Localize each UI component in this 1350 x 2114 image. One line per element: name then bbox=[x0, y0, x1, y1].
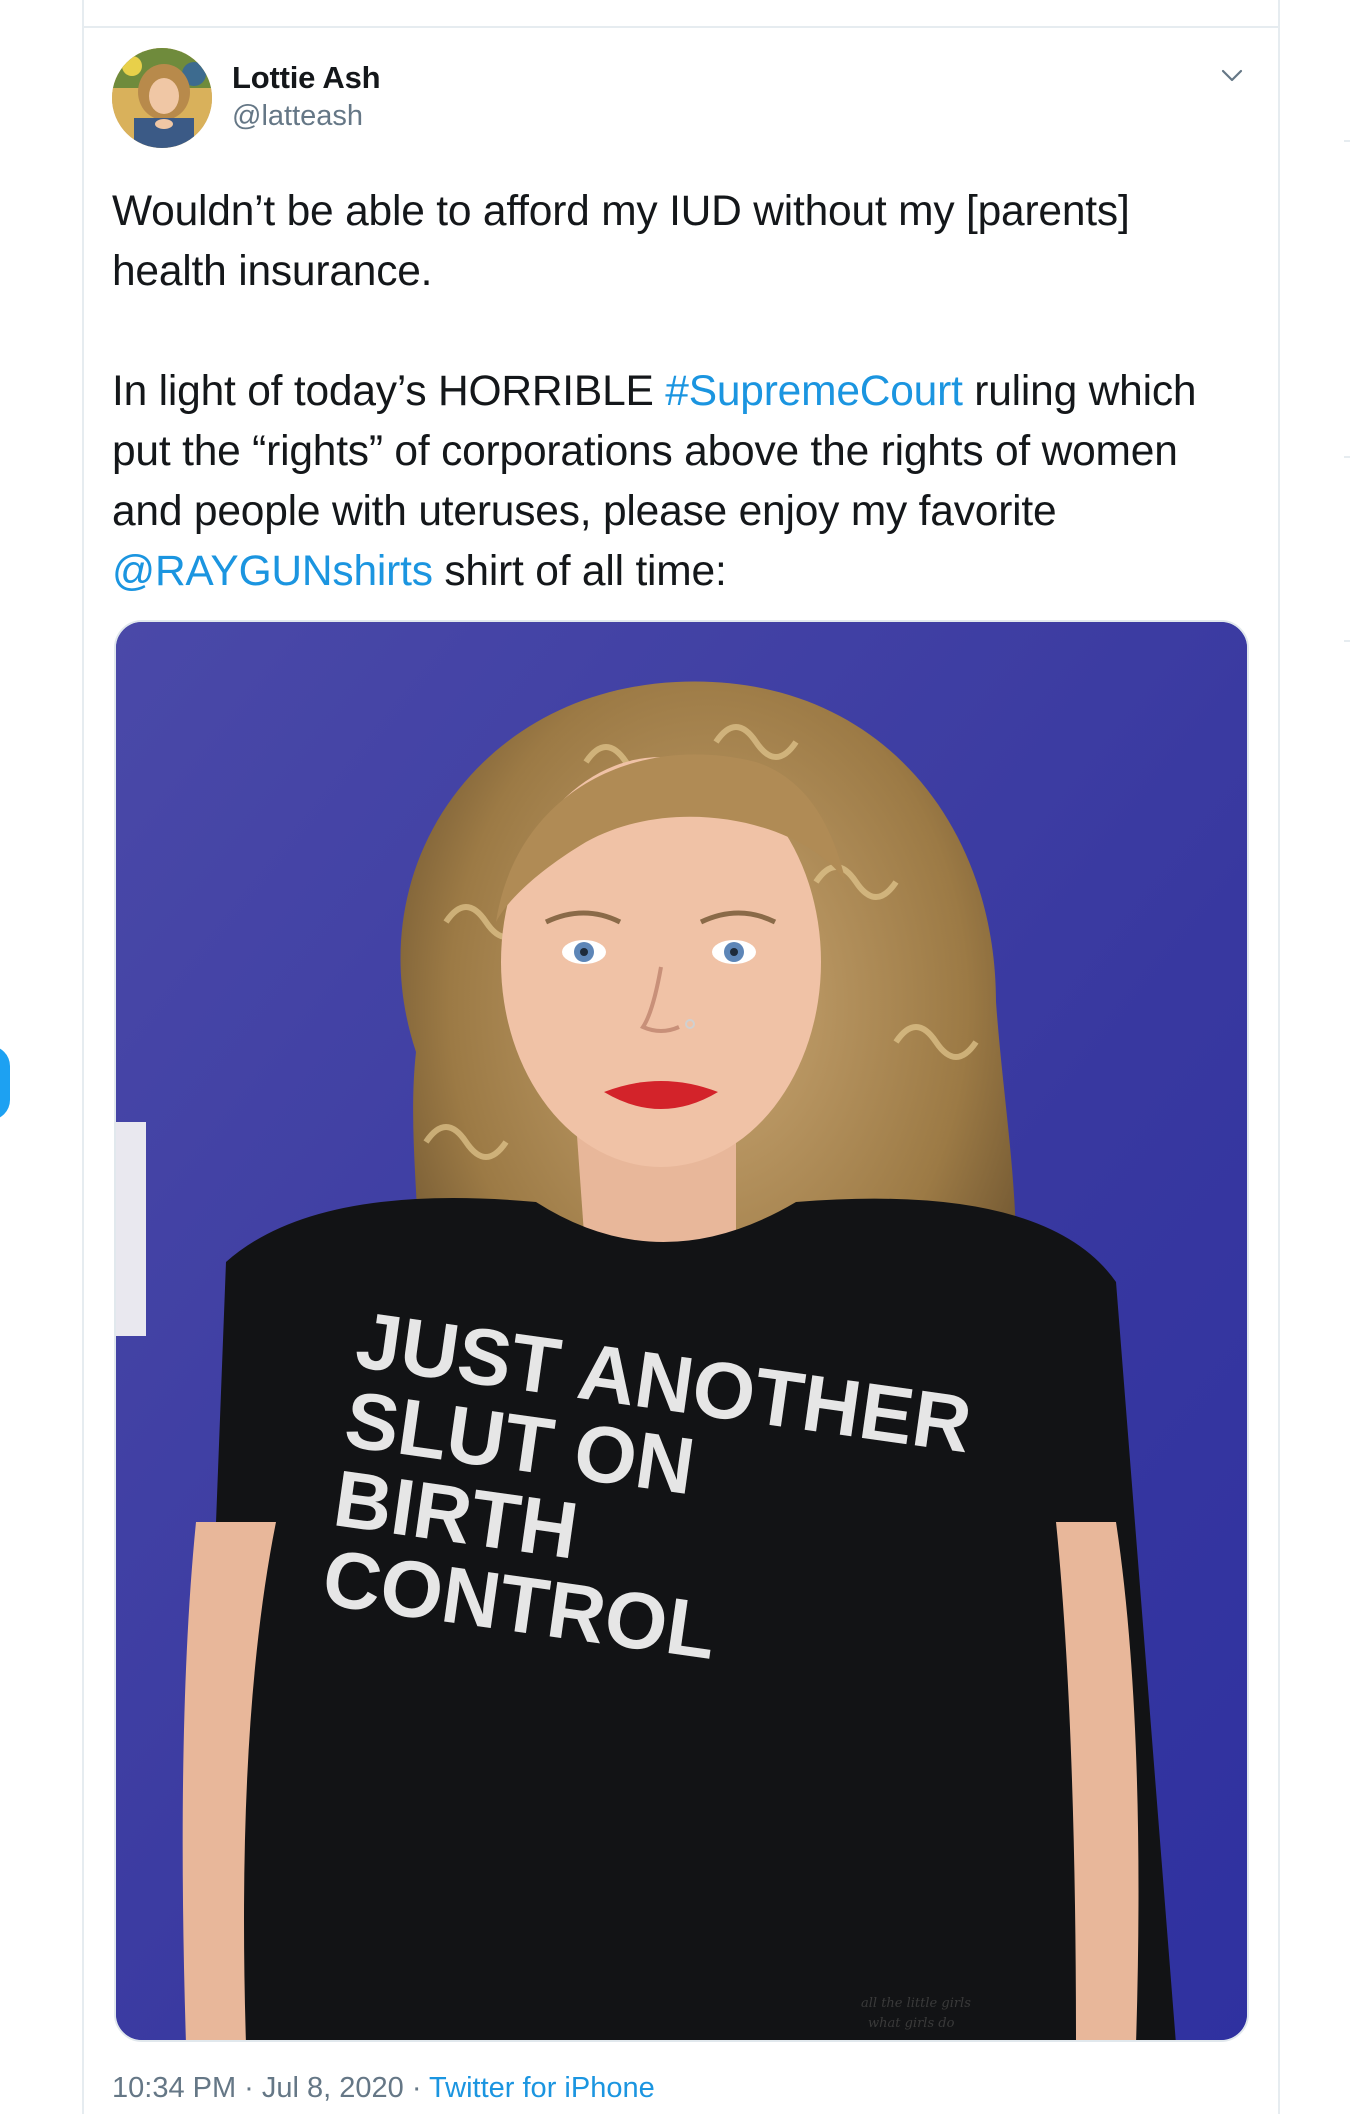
tweet-text-span: shirt of all time: bbox=[432, 548, 727, 595]
divider bbox=[82, 26, 1280, 28]
tweet-paragraph: Wouldn’t be able to afford my IUD withou… bbox=[112, 188, 1130, 295]
chevron-down-icon bbox=[1221, 69, 1243, 82]
tattoo-text: what girls do bbox=[868, 2016, 955, 2031]
divider bbox=[1344, 456, 1350, 458]
source-link[interactable]: Twitter for iPhone bbox=[429, 2072, 655, 2104]
tweet-text-span: In light of today’s HORRIBLE bbox=[112, 368, 666, 415]
avatar[interactable] bbox=[112, 48, 212, 148]
separator: · bbox=[403, 2072, 430, 2104]
tweet-metadata: 10:34 PM · Jul 8, 2020 · Twitter for iPh… bbox=[112, 2072, 655, 2105]
tweet-paragraph: In light of today’s HORRIBLE #SupremeCou… bbox=[112, 362, 1252, 602]
mention-link[interactable]: @RAYGUNshirts bbox=[112, 548, 433, 595]
timestamp-link[interactable]: 10:34 PM · Jul 8, 2020 bbox=[112, 2072, 404, 2104]
avatar-image bbox=[112, 48, 212, 148]
tweet-photo[interactable]: JUST ANOTHER SLUT ON BIRTH CONTROL all t… bbox=[114, 620, 1249, 2042]
hashtag-link[interactable]: #SupremeCourt bbox=[665, 368, 963, 415]
tattoo-text: all the little girls bbox=[861, 1996, 971, 2011]
tweet-text: Wouldn’t be able to afford my IUD withou… bbox=[112, 182, 1252, 602]
divider bbox=[1344, 640, 1350, 642]
more-options-button[interactable] bbox=[1212, 56, 1252, 96]
divider bbox=[1344, 140, 1350, 142]
author-name[interactable]: Lottie Ash bbox=[232, 60, 381, 96]
author-handle[interactable]: @latteash bbox=[232, 100, 363, 133]
photo-illustration: JUST ANOTHER SLUT ON BIRTH CONTROL all t… bbox=[116, 622, 1247, 2040]
compose-button-edge[interactable] bbox=[0, 1046, 10, 1120]
